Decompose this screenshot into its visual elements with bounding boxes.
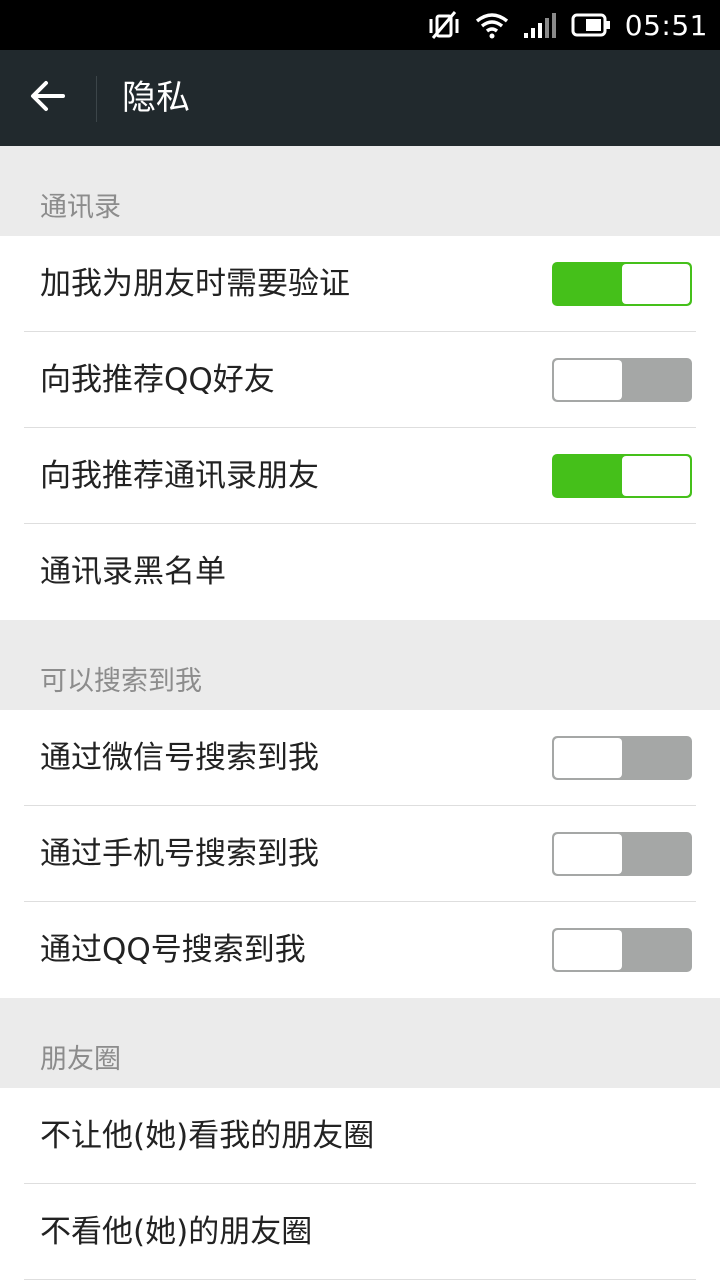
- app-bar-divider: [96, 76, 97, 122]
- row-label: 向我推荐通讯录朋友: [40, 458, 319, 494]
- status-bar: 05:51: [0, 0, 720, 50]
- section-header-searchable: 可以搜索到我: [0, 620, 720, 710]
- app-bar: 隐私: [0, 50, 720, 146]
- section-moments: 不让他(她)看我的朋友圈 不看他(她)的朋友圈: [0, 1088, 720, 1280]
- toggle-knob: [554, 360, 622, 400]
- search-by-phone-toggle[interactable]: [552, 832, 692, 876]
- hide-their-moments-row[interactable]: 不看他(她)的朋友圈: [0, 1184, 720, 1280]
- row-label: 通讯录黑名单: [40, 554, 226, 590]
- require-verification-row[interactable]: 加我为朋友时需要验证: [0, 236, 720, 332]
- row-label: 通过手机号搜索到我: [40, 836, 319, 872]
- recommend-contacts-toggle[interactable]: [552, 454, 692, 498]
- contacts-blacklist-row[interactable]: 通讯录黑名单: [0, 524, 720, 620]
- settings-list: 通讯录 加我为朋友时需要验证 向我推荐QQ好友 向我推荐通讯录朋友 通讯录黑名单…: [0, 146, 720, 1280]
- status-time: 05:51: [624, 8, 708, 42]
- section-searchable: 通过微信号搜索到我 通过手机号搜索到我 通过QQ号搜索到我: [0, 710, 720, 998]
- battery-icon: [571, 12, 611, 38]
- toggle-knob: [554, 930, 622, 970]
- toggle-knob: [622, 264, 690, 304]
- section-header-moments: 朋友圈: [0, 998, 720, 1088]
- back-button[interactable]: [0, 50, 96, 146]
- signal-icon: [523, 11, 557, 39]
- row-label: 加我为朋友时需要验证: [40, 266, 350, 302]
- search-by-wechat-id-toggle[interactable]: [552, 736, 692, 780]
- section-header-contacts: 通讯录: [0, 146, 720, 236]
- recommend-contacts-row[interactable]: 向我推荐通讯录朋友: [0, 428, 720, 524]
- row-label: 不看他(她)的朋友圈: [40, 1214, 313, 1250]
- row-label: 通过QQ号搜索到我: [40, 932, 306, 968]
- section-contacts: 加我为朋友时需要验证 向我推荐QQ好友 向我推荐通讯录朋友 通讯录黑名单: [0, 236, 720, 620]
- require-verification-toggle[interactable]: [552, 262, 692, 306]
- page-title: 隐私: [122, 78, 190, 118]
- row-label: 向我推荐QQ好友: [40, 362, 275, 398]
- recommend-qq-friends-toggle[interactable]: [552, 358, 692, 402]
- row-label: 不让他(她)看我的朋友圈: [40, 1118, 375, 1154]
- arrow-left-icon: [30, 80, 66, 116]
- vibrate-off-icon: [427, 10, 461, 40]
- section-title: 朋友圈: [40, 1044, 121, 1075]
- toggle-knob: [554, 738, 622, 778]
- section-title: 可以搜索到我: [40, 666, 202, 697]
- recommend-qq-friends-row[interactable]: 向我推荐QQ好友: [0, 332, 720, 428]
- search-by-qq-row[interactable]: 通过QQ号搜索到我: [0, 902, 720, 998]
- search-by-qq-toggle[interactable]: [552, 928, 692, 972]
- section-title: 通讯录: [40, 192, 121, 223]
- row-label: 通过微信号搜索到我: [40, 740, 319, 776]
- hide-my-moments-row[interactable]: 不让他(她)看我的朋友圈: [0, 1088, 720, 1184]
- search-by-wechat-id-row[interactable]: 通过微信号搜索到我: [0, 710, 720, 806]
- search-by-phone-row[interactable]: 通过手机号搜索到我: [0, 806, 720, 902]
- toggle-knob: [554, 834, 622, 874]
- wifi-icon: [475, 11, 509, 39]
- toggle-knob: [622, 456, 690, 496]
- status-icons: 05:51: [427, 0, 708, 50]
